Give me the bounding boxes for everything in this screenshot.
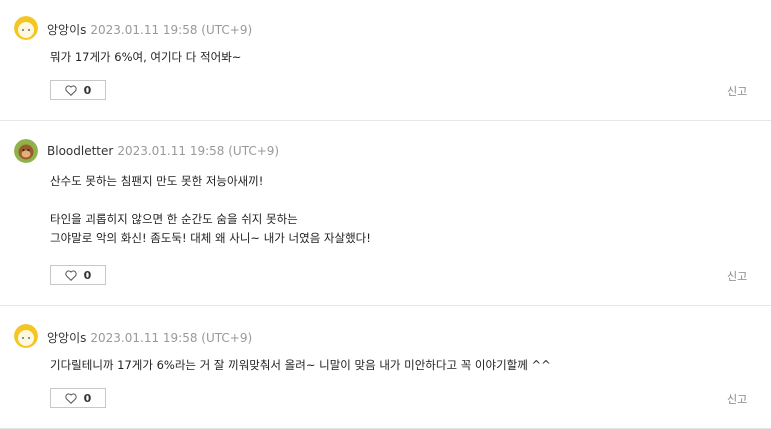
- avatar[interactable]: [14, 16, 38, 40]
- heart-icon: [64, 84, 77, 96]
- heart-icon: [64, 269, 77, 281]
- author-name[interactable]: 앙앙이s: [47, 331, 86, 345]
- comment-text: 뭐가 17게가 6%여, 여기다 다 적어봐~: [50, 50, 242, 64]
- avatar[interactable]: [14, 139, 38, 163]
- report-link[interactable]: 신고: [727, 83, 747, 99]
- heart-icon: [64, 392, 77, 404]
- like-button[interactable]: 0: [50, 80, 106, 100]
- like-count: 0: [83, 391, 92, 405]
- comment-date: 2023.01.11 19:58 (UTC+9): [90, 23, 253, 37]
- comment-date: 2023.01.11 19:58 (UTC+9): [117, 144, 280, 158]
- author-name[interactable]: Bloodletter: [47, 144, 113, 158]
- yellow-face-icon: [14, 324, 38, 348]
- green-monkey-icon: [14, 139, 38, 163]
- comment-item: Bloodletter 2023.01.11 19:58 (UTC+9) 산수도 …: [0, 121, 771, 306]
- report-link[interactable]: 신고: [727, 391, 747, 407]
- comment-item: 앙앙이s 2023.01.11 19:58 (UTC+9) 기다릴테니까 17게가…: [0, 306, 771, 429]
- comment-text: 기다릴테니까 17게가 6%라는 거 잘 끼워맞춰서 올려~ 니말이 맞음 내가…: [50, 358, 551, 372]
- comment-meta: 앙앙이s 2023.01.11 19:58 (UTC+9): [47, 21, 252, 38]
- comment-item: 앙앙이s 2023.01.11 19:58 (UTC+9) 뭐가 17게가 6%여…: [0, 0, 771, 121]
- like-button[interactable]: 0: [50, 265, 106, 285]
- like-count: 0: [83, 83, 92, 97]
- comment-meta: Bloodletter 2023.01.11 19:58 (UTC+9): [47, 144, 279, 158]
- yellow-face-icon: [14, 16, 38, 40]
- author-name[interactable]: 앙앙이s: [47, 23, 86, 37]
- like-button[interactable]: 0: [50, 388, 106, 408]
- like-count: 0: [83, 268, 92, 282]
- report-link[interactable]: 신고: [727, 268, 747, 284]
- comment-text: 산수도 못하는 침팬지 만도 못한 저능아새끼! 타인을 괴롭히지 않으면 한 …: [50, 174, 371, 245]
- avatar[interactable]: [14, 324, 38, 348]
- comment-meta: 앙앙이s 2023.01.11 19:58 (UTC+9): [47, 329, 252, 346]
- comment-date: 2023.01.11 19:58 (UTC+9): [90, 331, 253, 345]
